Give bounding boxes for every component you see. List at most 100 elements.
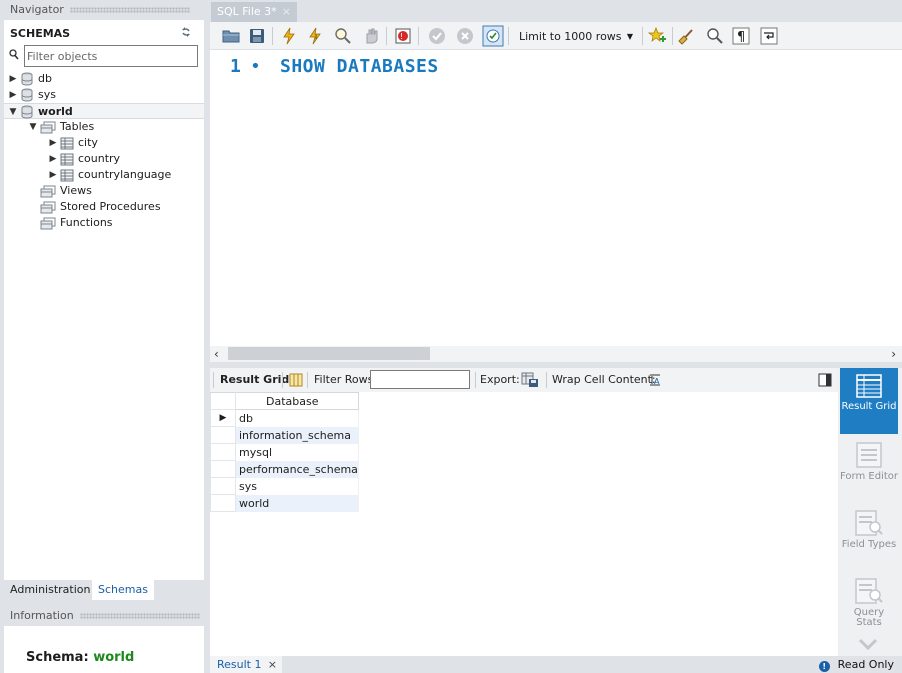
query-stats-side-label: Query Stats — [853, 607, 885, 628]
wrap-text-icon[interactable]: A — [648, 373, 662, 387]
grid-columns-icon[interactable] — [289, 373, 303, 387]
information-title: Information — [10, 609, 74, 622]
table-cell[interactable]: world — [235, 494, 359, 512]
table-cell[interactable]: mysql — [235, 443, 359, 461]
wrap-cell-content-label: Wrap Cell Content: — [552, 373, 656, 386]
field-types-button[interactable]: Field Types — [840, 504, 898, 570]
toolbar-separator — [272, 27, 273, 45]
execute-current-icon[interactable]: I — [306, 27, 324, 45]
result-grid-label[interactable]: Result Grid — [220, 368, 289, 392]
row-header[interactable] — [210, 443, 236, 461]
toggle-panel-icon[interactable] — [818, 373, 832, 387]
commit-check-icon[interactable] — [428, 27, 446, 45]
functions-folder-icon — [40, 217, 56, 229]
editor-horizontal-scrollbar[interactable]: ‹ › — [210, 346, 902, 362]
close-icon[interactable]: × — [268, 656, 277, 673]
export-icon[interactable] — [521, 372, 539, 388]
collapse-triangle-icon[interactable]: ▼ — [8, 104, 18, 120]
tab-result-1[interactable]: Result 1 × — [210, 656, 282, 673]
refresh-icon[interactable] — [180, 26, 192, 38]
table-row[interactable]: sys — [210, 477, 359, 495]
tab-sql-file[interactable]: SQL File 3* × — [211, 2, 297, 22]
database-icon — [21, 105, 33, 119]
scrollbar-thumb[interactable] — [228, 347, 430, 360]
header-grip — [69, 7, 190, 13]
scroll-right-icon[interactable]: › — [891, 346, 896, 362]
table-cell[interactable]: sys — [235, 477, 359, 495]
table-country[interactable]: ▶ country — [48, 151, 120, 167]
filter-objects-input[interactable] — [27, 47, 195, 65]
functions-node[interactable]: Functions — [38, 215, 113, 231]
add-snippet-star-icon[interactable] — [648, 27, 666, 45]
scroll-left-icon[interactable]: ‹ — [214, 346, 219, 362]
expand-triangle-icon[interactable]: ▶ — [48, 151, 58, 167]
tables-label: Tables — [60, 120, 95, 133]
table-cell[interactable]: information_schema — [235, 426, 359, 444]
invisible-chars-pilcrow-icon[interactable]: ¶ — [732, 27, 750, 45]
expand-triangle-icon[interactable]: ▶ — [48, 135, 58, 151]
close-icon[interactable]: × — [282, 2, 291, 22]
tab-schemas[interactable]: Schemas — [92, 580, 154, 600]
table-cell[interactable]: performance_schema — [235, 460, 359, 478]
limit-rows-select[interactable]: Limit to 1000 rows ▼ — [514, 26, 638, 46]
expand-triangle-icon[interactable]: ▶ — [8, 71, 18, 87]
find-magnifier-icon[interactable] — [706, 27, 724, 45]
schemas-title: SCHEMAS — [10, 27, 71, 40]
tables-node[interactable]: ▼ Tables — [28, 119, 94, 135]
query-stats-button[interactable]: Query Stats — [840, 572, 898, 638]
schema-world[interactable]: ▼ world — [4, 103, 204, 119]
schemas-panel: SCHEMAS ▶db ▶sys ▼world ▼ Tables ▶city — [4, 20, 204, 580]
tab-administration[interactable]: Administration — [4, 580, 97, 600]
navigator-tabs: Administration Schemas — [4, 580, 204, 600]
expand-triangle-icon[interactable]: ▶ — [48, 167, 58, 183]
save-icon[interactable] — [248, 27, 266, 45]
result-grid-icon — [856, 374, 882, 398]
table-row[interactable]: ▶ db — [210, 409, 359, 427]
database-icon — [21, 88, 33, 102]
current-row-marker-icon[interactable]: ▶ — [210, 409, 236, 427]
sql-editor[interactable]: 1 • SHOW DATABASES — [210, 50, 902, 346]
row-header[interactable] — [210, 477, 236, 495]
result-grid-side-label: Result Grid — [841, 401, 897, 412]
sql-toolbar: I ! Limit to 1000 rows ▼ ¶ — [210, 22, 902, 50]
expand-triangle-icon[interactable]: ▶ — [8, 87, 18, 103]
filter-rows-input[interactable] — [370, 370, 470, 389]
table-row[interactable]: information_schema — [210, 426, 359, 444]
word-wrap-icon[interactable] — [760, 27, 778, 45]
row-header[interactable] — [210, 426, 236, 444]
explain-magnifier-icon[interactable] — [334, 27, 352, 45]
row-header[interactable] — [210, 494, 236, 512]
form-editor-button[interactable]: Form Editor — [840, 436, 898, 502]
open-folder-icon[interactable] — [222, 27, 240, 45]
column-header-database[interactable]: Database — [235, 392, 359, 410]
stored-procedures-node[interactable]: Stored Procedures — [38, 199, 161, 215]
table-cell[interactable]: db — [235, 409, 359, 427]
autocommit-toggle-icon[interactable] — [482, 25, 504, 47]
beautify-broom-icon[interactable] — [678, 27, 696, 45]
schema-db[interactable]: ▶ db — [8, 71, 204, 87]
table-row[interactable]: world — [210, 494, 359, 512]
execute-lightning-icon[interactable] — [280, 27, 298, 45]
filter-rows-label: Filter Rows: — [314, 373, 378, 386]
collapse-triangle-icon[interactable]: ▼ — [28, 119, 38, 135]
table-row[interactable]: performance_schema — [210, 460, 359, 478]
views-node[interactable]: Views — [38, 183, 92, 199]
table-city[interactable]: ▶ city — [48, 135, 98, 151]
stop-hand-icon[interactable] — [362, 27, 380, 45]
table-row[interactable]: mysql — [210, 443, 359, 461]
sql-statement[interactable]: SHOW DATABASES — [280, 56, 439, 77]
schema-sys[interactable]: ▶ sys — [8, 87, 204, 103]
filter-objects-field[interactable] — [9, 45, 198, 67]
result-toolbar: Result Grid Filter Rows: Export: Wrap Ce… — [210, 368, 838, 392]
chevron-down-icon[interactable] — [858, 638, 878, 650]
row-header[interactable] — [210, 460, 236, 478]
form-editor-side-label: Form Editor — [840, 471, 898, 482]
toolbar-separator — [282, 372, 283, 388]
result-grid-button[interactable]: Result Grid — [840, 368, 898, 434]
table-countrylanguage[interactable]: ▶ countrylanguage — [48, 167, 171, 183]
info-icon: ! — [818, 661, 830, 672]
sql-tab-label: SQL File 3* — [217, 5, 277, 18]
stop-on-error-icon[interactable]: ! — [394, 27, 412, 45]
rollback-cancel-icon[interactable] — [456, 27, 474, 45]
field-types-side-label: Field Types — [841, 539, 897, 550]
